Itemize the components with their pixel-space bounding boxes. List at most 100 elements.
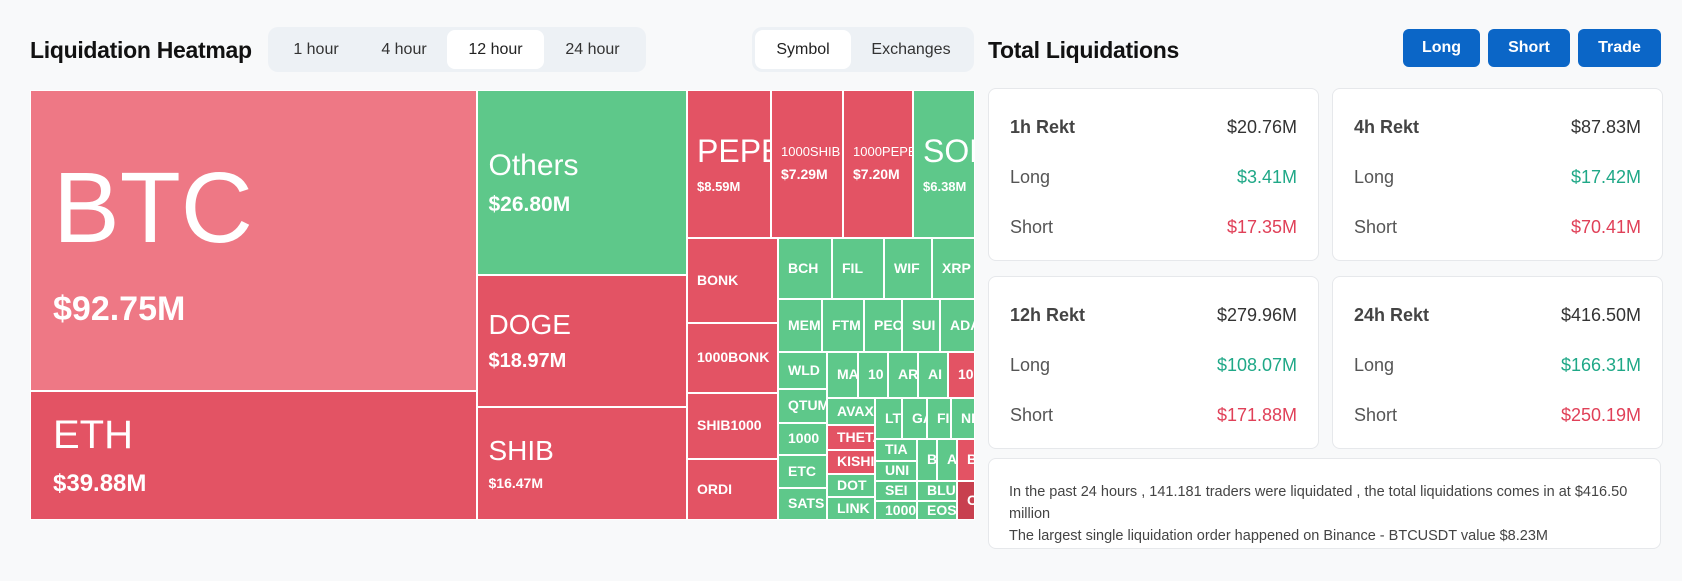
cell-label: 10	[868, 366, 884, 383]
rekt-value: $416.50M	[1560, 305, 1641, 325]
rekt-value: $166.31M	[1560, 355, 1641, 375]
cell-label: QTUM	[788, 397, 827, 414]
treemap-cell-ga[interactable]: GA	[902, 398, 927, 439]
treemap-cell-btc[interactable]: BTC $92.75M	[30, 90, 477, 391]
cell-value: $7.29M	[781, 166, 828, 183]
tab-1-hour[interactable]: 1 hour	[271, 30, 361, 69]
cell-label: PEPE	[697, 132, 770, 169]
tab-symbol[interactable]: Symbol	[755, 30, 851, 69]
rekt-label: Long	[1010, 355, 1051, 375]
rekt-row-short: Short $17.35M	[1010, 217, 1297, 238]
treemap-cell-ftm[interactable]: FTM	[822, 299, 864, 352]
rekt-row-total: 12h Rekt $279.96M	[1010, 305, 1297, 326]
treemap-cell-sol[interactable]: SOL $6.38M	[913, 90, 975, 238]
treemap-cell-theta[interactable]: THETA	[827, 425, 875, 450]
rekt-value: $17.35M	[1226, 217, 1297, 237]
treemap-cell-shib1000[interactable]: SHIB1000	[687, 393, 778, 459]
treemap-cell-1000[interactable]: 1000	[778, 423, 827, 455]
treemap-cell-ar[interactable]: AR	[888, 352, 918, 398]
treemap-cell-uni[interactable]: UNI	[875, 461, 917, 481]
cell-value: $18.97M	[488, 350, 567, 373]
treemap-cell-ma[interactable]: MA	[827, 352, 858, 398]
treemap-cell-bonk[interactable]: BONK	[687, 238, 778, 323]
heatmap-title: Liquidation Heatmap	[30, 37, 252, 63]
long-button[interactable]: Long	[1403, 29, 1480, 67]
treemap-cell-c[interactable]: C	[957, 481, 975, 520]
treemap-cell-link[interactable]: LINK	[827, 497, 875, 520]
treemap-cell-dot[interactable]: DOT	[827, 474, 875, 497]
cell-label: AI	[928, 366, 942, 383]
treemap-cell-lt[interactable]: LT	[875, 398, 902, 439]
rekt-label: 1h Rekt	[1010, 117, 1076, 137]
treemap-cell-a[interactable]: A	[937, 439, 957, 481]
rekt-value: $279.96M	[1216, 305, 1297, 325]
treemap-cell-eth[interactable]: ETH $39.88M	[30, 391, 477, 520]
treemap-cell-mem[interactable]: MEM	[778, 299, 822, 352]
treemap-cell-others[interactable]: Others $26.80M	[477, 90, 687, 275]
cell-label: MA	[837, 366, 858, 383]
treemap-cell-wif[interactable]: WIF	[884, 238, 932, 299]
treemap-cell-10[interactable]: 10	[948, 352, 975, 398]
cell-label: 1000	[788, 430, 820, 447]
trade-button[interactable]: Trade	[1578, 29, 1661, 67]
treemap-cell-bch[interactable]: BCH	[778, 238, 832, 299]
treemap-cell-eos[interactable]: EOS	[917, 501, 957, 520]
tab-12-hour[interactable]: 12 hour	[447, 30, 544, 69]
treemap-cell-1000shib[interactable]: 1000SHIB $7.29M	[771, 90, 843, 238]
treemap-cell-1000[interactable]: 1000	[875, 501, 917, 520]
treemap-cell-etc[interactable]: ETC	[778, 455, 827, 488]
treemap-cell-sui[interactable]: SUI	[902, 299, 940, 352]
treemap-cell-doge[interactable]: DOGE $18.97M	[477, 275, 687, 407]
treemap-cell-b[interactable]: B	[957, 439, 975, 481]
tab-4-hour[interactable]: 4 hour	[361, 30, 447, 69]
short-button[interactable]: Short	[1488, 29, 1570, 67]
treemap-cell-ada[interactable]: ADA	[940, 299, 975, 352]
treemap-cell-1000bonk[interactable]: 1000BONK	[687, 323, 778, 393]
treemap-cell-sats[interactable]: SATS	[778, 488, 827, 520]
treemap-cell-fi[interactable]: FI	[927, 398, 951, 439]
treemap-cell-blu[interactable]: BLU	[917, 481, 957, 501]
cell-label: SOL	[923, 132, 974, 169]
treemap-cell-ai[interactable]: AI	[918, 352, 948, 398]
liquidation-treemap: BTC $92.75M ETH $39.88M Others $26.80M DOGE $18…	[30, 90, 975, 520]
treemap-cell-pepe[interactable]: PEPE $8.59M	[687, 90, 771, 238]
total-liquidations-title: Total Liquidations	[988, 37, 1179, 63]
rekt-label: Long	[1010, 167, 1051, 187]
cell-label: A	[947, 451, 957, 468]
treemap-cell-ni[interactable]: NI	[951, 398, 975, 439]
rekt-label: Short	[1354, 405, 1398, 425]
treemap-cell-kishi[interactable]: KISHI	[827, 450, 875, 474]
cell-value: $39.88M	[53, 470, 147, 498]
summary-line-1: In the past 24 hours , 141.181 traders w…	[1009, 484, 1628, 522]
cell-label: ORDI	[697, 480, 732, 497]
treemap-cell-wld[interactable]: WLD	[778, 352, 827, 389]
treemap-cell-1000pepe[interactable]: 1000PEPE $7.20M	[843, 90, 913, 238]
cell-label: UNI	[885, 462, 910, 479]
treemap-cell-sei[interactable]: SEI	[875, 481, 917, 501]
treemap-cell-peo[interactable]: PEO	[864, 299, 902, 352]
treemap-cell-10[interactable]: 10	[858, 352, 888, 398]
cell-label: WLD	[788, 361, 820, 378]
cell-label: FIL	[842, 259, 863, 276]
treemap-cell-fil[interactable]: FIL	[832, 238, 884, 299]
tab-exchanges[interactable]: Exchanges	[851, 30, 971, 69]
treemap-cell-avax[interactable]: AVAX	[827, 398, 875, 425]
treemap-cell-shib[interactable]: SHIB $16.47M	[477, 407, 687, 520]
treemap-cell-tia[interactable]: TIA	[875, 439, 917, 461]
cell-label: BTC	[53, 151, 253, 264]
rekt-value: $3.41M	[1236, 167, 1297, 187]
tab-24-hour[interactable]: 24 hour	[544, 30, 641, 69]
rekt-row-long: Long $166.31M	[1354, 355, 1641, 376]
treemap-cell-xrp[interactable]: XRP	[932, 238, 975, 299]
cell-label: Others	[488, 149, 579, 183]
treemap-cell-b[interactable]: B	[917, 439, 937, 481]
cell-label: FTM	[832, 316, 861, 333]
cell-label: DOGE	[488, 308, 571, 340]
cell-label: AVAX	[837, 402, 874, 419]
treemap-cell-qtum[interactable]: QTUM	[778, 389, 827, 423]
rekt-row-total: 1h Rekt $20.76M	[1010, 117, 1297, 138]
cell-label: B	[927, 451, 937, 468]
treemap-cell-ordi[interactable]: ORDI	[687, 459, 778, 520]
cell-label: SHIB1000	[697, 417, 762, 434]
rekt-card-12h: 12h Rekt $279.96M Long $108.07M Short $171.88…	[988, 276, 1319, 449]
